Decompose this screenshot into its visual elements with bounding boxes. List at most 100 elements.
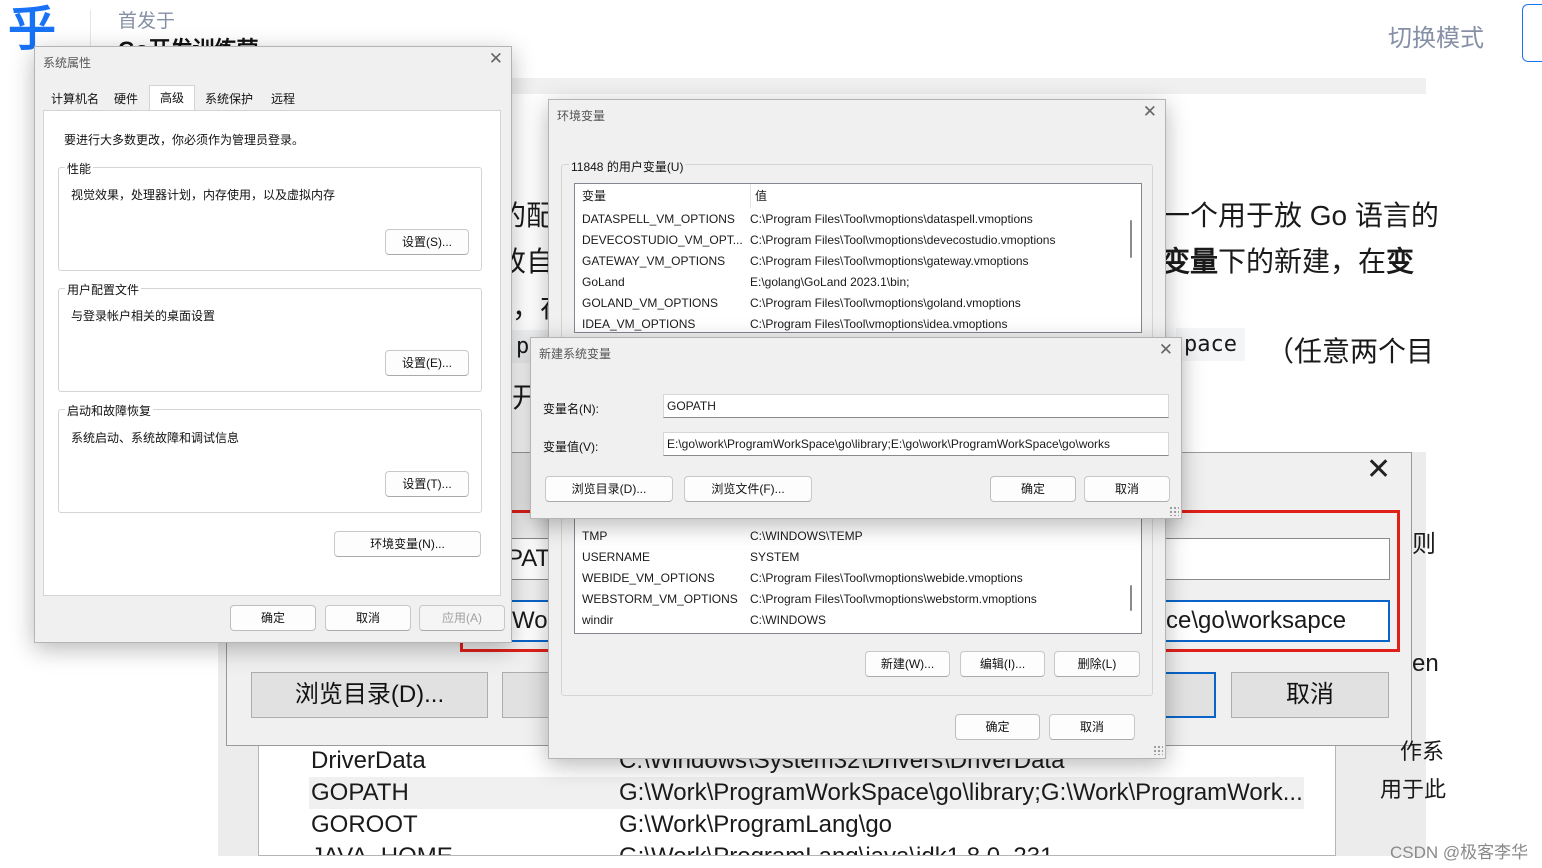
list-item[interactable]: windir C:\WINDOWS bbox=[575, 610, 1141, 631]
delete-variable-button[interactable]: 删除(L) bbox=[1054, 651, 1140, 677]
column-header-name[interactable]: 变量 bbox=[582, 184, 606, 208]
performance-settings-button[interactable]: 设置(S)... bbox=[385, 229, 469, 255]
ok-button[interactable]: 确定 bbox=[230, 605, 316, 631]
table-row: GOROOT G:\Work\ProgramLang\go bbox=[309, 809, 1304, 841]
close-icon[interactable]: ✕ bbox=[1143, 103, 1157, 121]
list-item[interactable]: DEVECOSTUDIO_VM_OPT... C:\Program Files\T… bbox=[575, 230, 1141, 251]
browse-file-button[interactable]: 浏览文件(F)... bbox=[684, 476, 812, 502]
var-name: JAVA_HOME bbox=[311, 841, 453, 855]
user-profile-group bbox=[58, 288, 482, 392]
header-divider bbox=[90, 10, 91, 48]
resize-grip-icon[interactable] bbox=[1169, 506, 1179, 516]
user-vars-list[interactable]: 变量 值 DATASPELL_VM_OPTIONS C:\Program File… bbox=[574, 183, 1142, 333]
var-name: windir bbox=[582, 613, 614, 627]
field-text: ce\go\worksapce bbox=[1166, 607, 1347, 634]
new-variable-button[interactable]: 新建(W)... bbox=[865, 651, 950, 677]
performance-group bbox=[58, 167, 482, 271]
scrollbar-thumb[interactable] bbox=[1130, 220, 1132, 258]
var-value: C:\WINDOWS bbox=[750, 613, 826, 627]
article-fragment: （任意两个目 bbox=[1266, 336, 1435, 367]
table-row: GOPATH G:\Work\ProgramWorkSpace\go\librar… bbox=[309, 777, 1304, 809]
var-name: DATASPELL_VM_OPTIONS bbox=[582, 212, 735, 226]
bold-text: 变 bbox=[1386, 246, 1415, 277]
var-value: E:\golang\GoLand 2023.1\bin; bbox=[750, 275, 910, 289]
inline-code: pace bbox=[1176, 328, 1245, 361]
list-item[interactable]: IDEA_VM_OPTIONS C:\Program Files\Tool\vmo… bbox=[575, 314, 1141, 332]
var-value: G:\Work\ProgramLang\go bbox=[619, 811, 893, 838]
list-item[interactable]: GATEWAY_VM_OPTIONS C:\Program Files\Tool\… bbox=[575, 251, 1141, 272]
var-name: GOROOT bbox=[311, 811, 418, 838]
edit-variable-button[interactable]: 编辑(I)... bbox=[960, 651, 1045, 677]
performance-label: 性能 bbox=[65, 160, 94, 177]
user-profile-settings-button[interactable]: 设置(E)... bbox=[385, 350, 469, 376]
dialog-title: 环境变量 bbox=[557, 109, 606, 123]
list-item[interactable]: GoLand E:\golang\GoLand 2023.1\bin; bbox=[575, 272, 1141, 293]
close-icon: ✕ bbox=[1366, 453, 1392, 486]
startup-recovery-group bbox=[58, 409, 482, 513]
tab-remote[interactable]: 远程 bbox=[261, 87, 305, 111]
var-value: C:\Program Files\Tool\vmoptions\idea.vmo… bbox=[750, 317, 1008, 331]
variable-value-input[interactable]: E:\go\work\ProgramWorkSpace\go\library;E… bbox=[663, 432, 1169, 456]
header-action-button[interactable] bbox=[1522, 4, 1542, 62]
article-fragment: 则 bbox=[1412, 531, 1436, 558]
list-item[interactable]: USERNAME SYSTEM bbox=[575, 547, 1141, 568]
switch-mode-button[interactable]: 切换模式 bbox=[1388, 18, 1484, 53]
scrollbar-thumb[interactable] bbox=[1130, 585, 1132, 611]
article-fragment: 变量下的新建，在变 bbox=[1162, 240, 1414, 280]
tab-system-protection[interactable]: 系统保护 bbox=[201, 87, 257, 111]
ok-button[interactable]: 确定 bbox=[990, 476, 1076, 502]
list-item[interactable]: TMP C:\WINDOWS\TEMP bbox=[575, 526, 1141, 547]
cancel-button[interactable]: 取消 bbox=[1049, 714, 1135, 740]
article-fragment: 用于此 bbox=[1380, 777, 1447, 802]
var-name: USERNAME bbox=[582, 550, 651, 564]
var-name: GATEWAY_VM_OPTIONS bbox=[582, 254, 726, 268]
list-item[interactable]: WEBIDE_VM_OPTIONS C:\Program Files\Tool\v… bbox=[575, 568, 1141, 589]
big-browse-button: 浏览目录(D)... bbox=[251, 672, 488, 718]
article-text: 下的新建，在 bbox=[1218, 246, 1387, 277]
var-value: C:\Program Files\Tool\vmoptions\devecost… bbox=[750, 233, 1056, 247]
system-vars-list[interactable]: TMP C:\WINDOWS\TEMP USERNAME SYSTEM WEBIDE… bbox=[574, 518, 1142, 634]
close-icon[interactable]: ✕ bbox=[1159, 341, 1173, 359]
variable-name-input[interactable]: GOPATH bbox=[663, 394, 1169, 418]
tab-advanced[interactable]: 高级 bbox=[149, 85, 195, 111]
var-name: DEVECOSTUDIO_VM_OPT... bbox=[582, 233, 743, 247]
big-cancel-button: 取消 bbox=[1231, 672, 1389, 718]
list-item[interactable]: DATASPELL_VM_OPTIONS C:\Program Files\Too… bbox=[575, 209, 1141, 230]
column-header-value[interactable]: 值 bbox=[750, 184, 767, 208]
var-value: G:\Work\ProgramWorkSpace\go\library;G:\W… bbox=[619, 779, 1303, 806]
resize-grip-icon[interactable] bbox=[1153, 745, 1163, 755]
var-name: WEBSTORM_VM_OPTIONS bbox=[582, 592, 738, 606]
list-item[interactable]: GOLAND_VM_OPTIONS C:\Program Files\Tool\v… bbox=[575, 293, 1141, 314]
list-item[interactable]: WEBSTORM_VM_OPTIONS C:\Program Files\Tool… bbox=[575, 589, 1141, 610]
bold-text: 变量 bbox=[1162, 246, 1219, 277]
environment-variables-button[interactable]: 环境变量(N)... bbox=[334, 531, 481, 557]
csdn-watermark: CSDN @极客李华 bbox=[1390, 843, 1529, 862]
browse-directory-button[interactable]: 浏览目录(D)... bbox=[545, 476, 673, 502]
cancel-button[interactable]: 取消 bbox=[1084, 476, 1170, 502]
var-name: IDEA_VM_OPTIONS bbox=[582, 317, 696, 331]
var-name: GOPATH bbox=[311, 779, 409, 806]
tab-hardware[interactable]: 硬件 bbox=[105, 87, 147, 111]
var-value: C:\Program Files\Tool\vmoptions\dataspel… bbox=[750, 212, 1033, 226]
article-fragment: en bbox=[1412, 650, 1439, 677]
big-ok-button bbox=[1160, 672, 1216, 718]
article-fragment: 一个用于放 Go 语言的 bbox=[1162, 200, 1439, 231]
var-value: C:\WINDOWS\TEMP bbox=[750, 529, 863, 543]
var-name: GOLAND_VM_OPTIONS bbox=[582, 296, 719, 310]
dialog-title: 系统属性 bbox=[43, 56, 92, 70]
cancel-button[interactable]: 取消 bbox=[325, 605, 411, 631]
tab-computer-name[interactable]: 计算机名 bbox=[47, 87, 103, 111]
article-fragment: 作系 bbox=[1400, 739, 1445, 764]
var-value: C:\Program Files\Tool\vmoptions\gateway.… bbox=[750, 254, 1029, 268]
startup-recovery-desc: 系统启动、系统故障和调试信息 bbox=[71, 431, 240, 445]
var-value: C:\Program Files\Tool\vmoptions\webide.v… bbox=[750, 571, 1023, 585]
var-value: G:\Work\ProgramLang\java\jdk1.8.0_231 bbox=[619, 841, 1053, 855]
startup-recovery-label: 启动和故障恢复 bbox=[65, 402, 154, 419]
user-profile-label: 用户配置文件 bbox=[65, 281, 142, 298]
var-value: C:\Program Files\Tool\vmoptions\goland.v… bbox=[750, 296, 1021, 310]
startup-recovery-settings-button[interactable]: 设置(T)... bbox=[385, 471, 469, 497]
var-name: WEBIDE_VM_OPTIONS bbox=[582, 571, 715, 585]
variable-name-label: 变量名(N): bbox=[543, 402, 599, 416]
ok-button[interactable]: 确定 bbox=[955, 714, 1040, 740]
close-icon[interactable]: ✕ bbox=[489, 50, 503, 68]
